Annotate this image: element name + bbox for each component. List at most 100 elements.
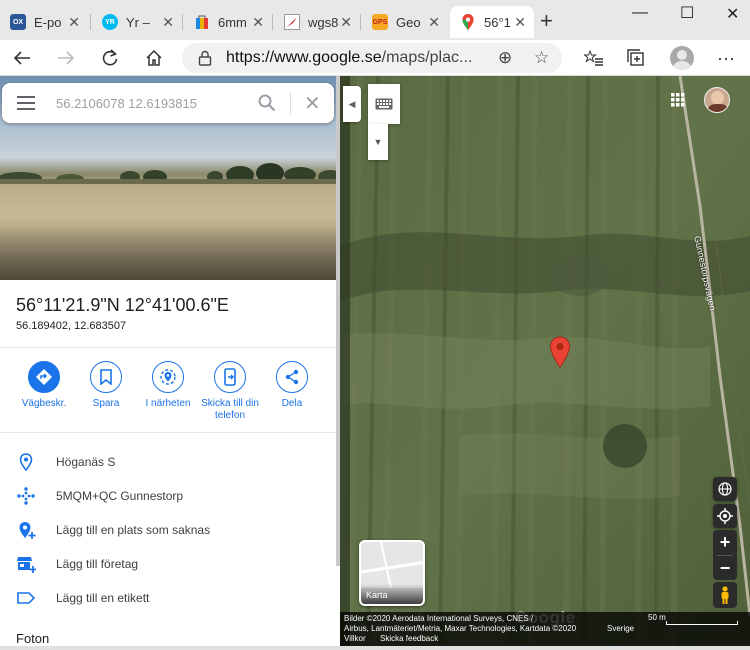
collections-button[interactable]: [624, 46, 648, 70]
maximize-button[interactable]: ☐: [680, 3, 694, 23]
tab-6-title: 56°1: [484, 14, 511, 30]
url-bar[interactable]: https://www.google.se/maps/plac... ⊕ ☆: [182, 43, 562, 73]
ox-icon: OX: [10, 14, 26, 30]
tab-3[interactable]: 6mm ✕: [184, 6, 272, 38]
globe-icon: [718, 482, 732, 496]
close-icon[interactable]: ✕: [514, 14, 526, 31]
add-icon[interactable]: ⊕: [498, 48, 512, 68]
send-to-phone-button[interactable]: Skicka till din telefon: [196, 359, 264, 422]
shopping-bag-icon: [194, 14, 210, 30]
lock-icon: [198, 50, 212, 66]
label-icon: [17, 592, 36, 604]
gps-icon: GPS: [372, 14, 388, 30]
info-row-add-place[interactable]: Lägg till en plats som saknas: [0, 513, 338, 547]
directions-button[interactable]: Vägbeskr.: [10, 359, 78, 410]
share-icon: [276, 361, 308, 393]
map-attribution-bar: Bilder ©2020 Aerodata International Surv…: [340, 612, 750, 646]
save-button[interactable]: Spara: [72, 359, 140, 410]
keyboard-dropdown-button[interactable]: ▼: [368, 124, 388, 160]
window-close-button[interactable]: ✕: [726, 4, 739, 24]
back-button[interactable]: [10, 46, 34, 70]
url-text: https://www.google.se/maps/plac...: [226, 49, 473, 66]
minimize-button[interactable]: —: [632, 4, 648, 22]
new-tab-button[interactable]: +: [540, 8, 553, 34]
search-input[interactable]: [56, 93, 246, 113]
info-row-plus-code[interactable]: 5MQM+QC Gunnestorp: [0, 479, 338, 513]
info-row-add-label[interactable]: Lägg till en etikett: [0, 581, 338, 615]
close-icon[interactable]: ✕: [428, 14, 440, 31]
tab-5-title: Geo: [396, 14, 421, 30]
globe-view-button[interactable]: [713, 477, 737, 501]
account-avatar[interactable]: [704, 87, 730, 113]
tab-5[interactable]: GPS Geo ✕: [362, 6, 448, 38]
add-label-text: Lägg till en etikett: [56, 591, 150, 605]
favorite-star-icon[interactable]: ☆: [534, 48, 549, 68]
more-menu-button[interactable]: ···: [714, 46, 738, 70]
forward-button[interactable]: [54, 46, 78, 70]
info-row-add-business[interactable]: Lägg till företag: [0, 547, 338, 581]
info-row-address[interactable]: Höganäs S: [0, 445, 338, 479]
bookmark-icon: [90, 361, 122, 393]
terms-link[interactable]: Villkor: [344, 634, 366, 644]
pegman-icon: [721, 586, 729, 604]
street-view-photo[interactable]: ✕: [0, 76, 340, 280]
close-icon[interactable]: ✕: [252, 14, 264, 31]
decimal-coordinates: 56.189402, 12.683507: [16, 320, 127, 332]
close-icon[interactable]: ✕: [68, 14, 80, 31]
zoom-out-button[interactable]: −: [713, 556, 737, 581]
attribution-line-1: Bilder ©2020 Aerodata International Surv…: [344, 614, 534, 623]
search-icon[interactable]: [258, 94, 276, 112]
map-thumbnail: [361, 542, 423, 589]
tab-6-active[interactable]: 56°1 ✕: [450, 6, 534, 38]
google-maps-icon: [460, 14, 476, 30]
compass-icon: [284, 14, 300, 30]
clear-search-icon[interactable]: ✕: [304, 91, 321, 116]
photos-heading: Foton: [16, 631, 50, 646]
nearby-button[interactable]: I närheten: [134, 359, 202, 410]
action-buttons: Vägbeskr. Spara I närheten Skicka till d…: [0, 359, 338, 429]
browser-tab-bar: OX E-po ✕ YR Yr – ✕ 6mm ✕ wgs8 ✕ GPS Geo…: [0, 0, 750, 40]
country-label: Sverige: [607, 624, 635, 633]
location-pin-icon: [19, 453, 33, 472]
my-location-icon: [717, 508, 733, 524]
tab-4-title: wgs8: [308, 14, 339, 30]
map-layer-label: Karta: [361, 584, 423, 604]
home-button[interactable]: [142, 46, 166, 70]
my-location-button[interactable]: [713, 504, 737, 528]
refresh-button[interactable]: [98, 46, 122, 70]
send-to-phone-icon: [214, 361, 246, 393]
pegman-street-view-button[interactable]: [713, 582, 737, 608]
map-layer-toggle[interactable]: Karta: [359, 540, 425, 606]
add-business-icon: [17, 557, 36, 573]
tab-1-title: E-po: [34, 14, 62, 30]
favorites-button[interactable]: [582, 46, 606, 70]
plus-code-text: 5MQM+QC Gunnestorp: [56, 489, 184, 503]
tree-line: [0, 163, 340, 184]
keyboard-input-button[interactable]: [368, 84, 400, 124]
tab-1[interactable]: OX E-po ✕: [0, 6, 88, 38]
tab-2[interactable]: YR Yr – ✕: [92, 6, 182, 38]
add-place-text: Lägg till en plats som saknas: [56, 523, 211, 537]
nearby-icon: [152, 361, 184, 393]
map-pin-icon[interactable]: [549, 336, 571, 368]
share-button[interactable]: Dela: [258, 359, 326, 410]
scale-bar: [666, 621, 738, 625]
add-business-text: Lägg till företag: [56, 557, 139, 571]
send-to-phone-label: Skicka till din telefon: [201, 398, 259, 421]
zoom-in-button[interactable]: +: [713, 530, 737, 555]
collapse-panel-button[interactable]: ◀: [343, 86, 361, 122]
hamburger-menu-icon[interactable]: [17, 96, 35, 110]
google-apps-icon[interactable]: [671, 93, 685, 107]
close-icon[interactable]: ✕: [340, 14, 352, 31]
close-icon[interactable]: ✕: [162, 14, 174, 31]
nearby-label: I närheten: [145, 398, 191, 409]
tab-4[interactable]: wgs8 ✕: [274, 6, 360, 38]
profile-avatar[interactable]: [670, 46, 694, 70]
save-label: Spara: [92, 398, 120, 409]
send-feedback-link[interactable]: Skicka feedback: [380, 634, 438, 644]
tab-3-title: 6mm: [218, 14, 247, 30]
keyboard-icon: [375, 98, 393, 110]
place-title: 56°11'21.9"N 12°41'00.6"E: [16, 295, 229, 315]
scale-label[interactable]: 50 m: [648, 613, 666, 623]
search-box: ✕: [2, 83, 334, 123]
